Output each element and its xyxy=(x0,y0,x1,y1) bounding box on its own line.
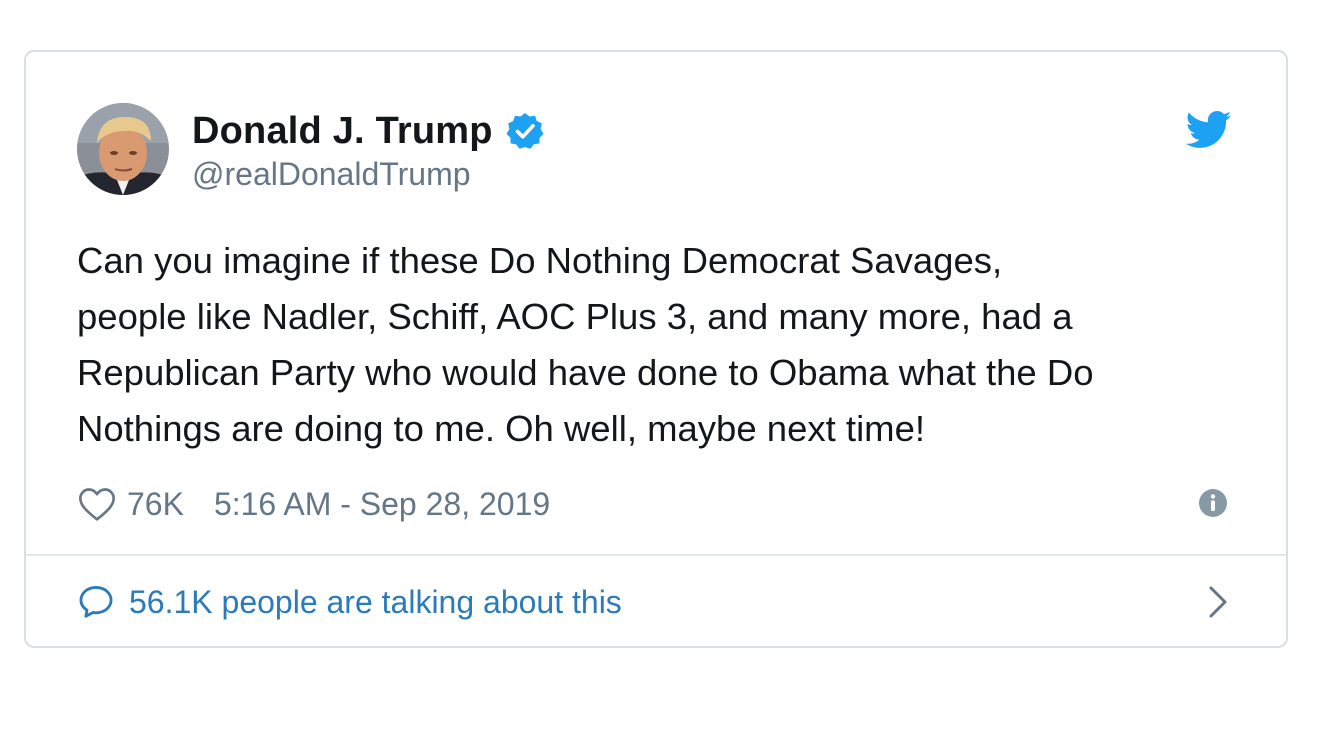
like-count[interactable]: 76K xyxy=(127,486,184,523)
avatar[interactable] xyxy=(77,103,169,195)
tweet-line: Can you imagine if these Do Nothing Demo… xyxy=(77,240,1003,281)
author-handle[interactable]: @realDonaldTrump xyxy=(192,156,471,193)
tweet-line: Republican Party who would have done to … xyxy=(77,352,1094,393)
chevron-right-icon[interactable] xyxy=(1206,584,1230,620)
tweet-line: people like Nadler, Schiff, AOC Plus 3, … xyxy=(77,296,1073,337)
tweet-line: Nothings are doing to me. Oh well, maybe… xyxy=(77,408,926,449)
profile-photo xyxy=(77,103,169,195)
author-name[interactable]: Donald J. Trump xyxy=(192,110,493,153)
author-name-row: Donald J. Trump xyxy=(192,108,545,154)
tweet-meta: 76K 5:16 AM - Sep 28, 2019 xyxy=(77,480,550,528)
heart-icon[interactable] xyxy=(77,484,117,524)
twitter-bird-icon[interactable] xyxy=(1186,110,1232,150)
info-icon[interactable] xyxy=(1198,488,1228,518)
conversation-link[interactable]: 56.1K people are talking about this xyxy=(77,578,622,626)
tweet-text: Can you imagine if these Do Nothing Demo… xyxy=(77,233,1247,457)
conversation-label[interactable]: 56.1K people are talking about this xyxy=(129,584,622,621)
verified-badge-icon xyxy=(506,113,544,149)
tweet-card: Donald J. Trump @realDonaldTrump Can you… xyxy=(24,50,1288,648)
divider xyxy=(26,554,1286,556)
timestamp[interactable]: 5:16 AM - Sep 28, 2019 xyxy=(214,486,550,523)
speech-bubble-icon xyxy=(79,586,113,618)
